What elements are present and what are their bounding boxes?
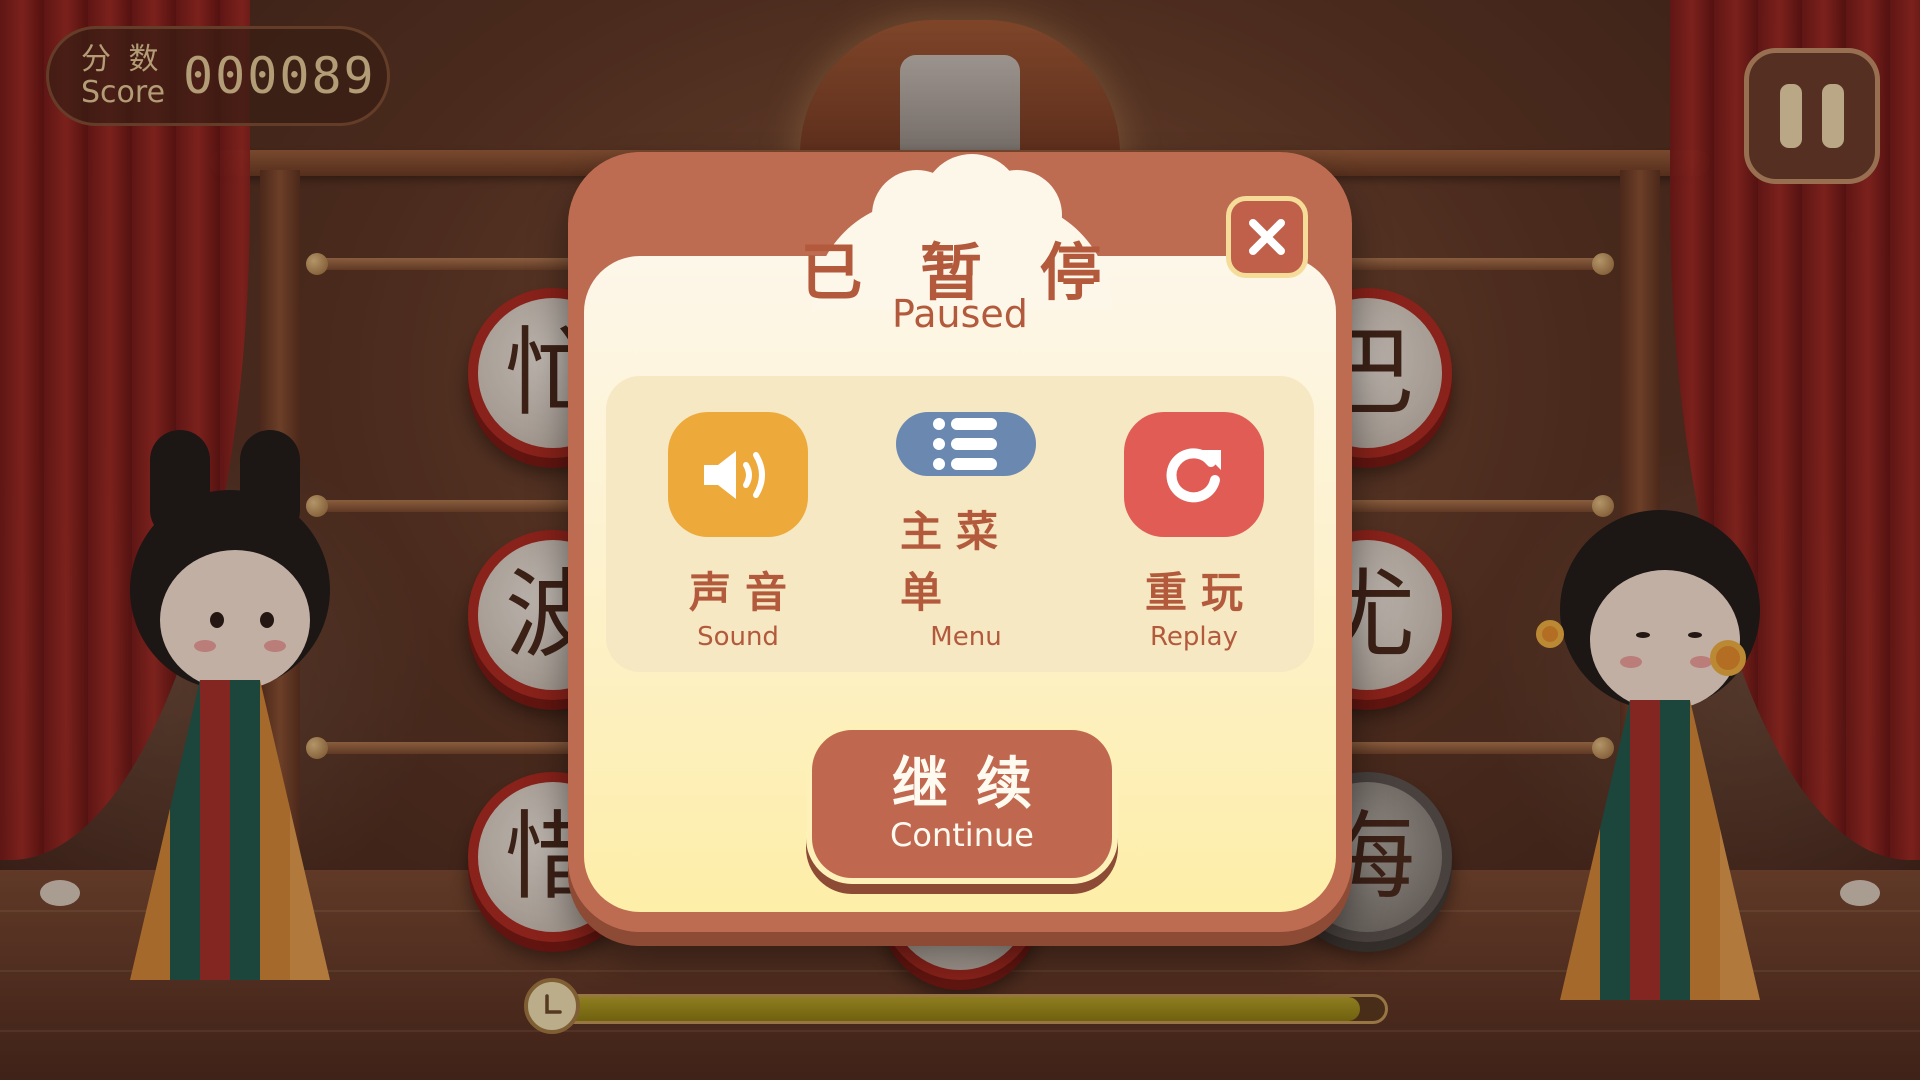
close-button[interactable]: [1226, 196, 1308, 278]
speaker-icon: [704, 450, 765, 499]
replay-icon: [1166, 447, 1221, 502]
replay-button[interactable]: [1124, 412, 1264, 537]
sound-button[interactable]: [668, 412, 808, 537]
continue-button[interactable]: 继续 Continue: [806, 724, 1118, 884]
close-icon: [1249, 219, 1285, 255]
options-panel: 声音 Sound 主菜单 Menu 重玩 Replay: [606, 376, 1314, 672]
menu-label-cn: 主菜单: [900, 507, 1013, 617]
dialog-title-en: Paused: [892, 292, 1028, 336]
replay-label-cn: 重玩: [1144, 568, 1257, 617]
sound-label-en: Sound: [697, 622, 779, 652]
continue-label-cn: 继续: [892, 751, 1060, 818]
pause-dialog: 已 暂 停 Paused 声音 Sound 主菜单 Menu 重玩 Replay…: [568, 152, 1352, 932]
replay-option[interactable]: 重玩 Replay: [1114, 412, 1274, 652]
list-icon: [933, 418, 997, 470]
menu-label-en: Menu: [930, 622, 1002, 652]
menu-option[interactable]: 主菜单 Menu: [886, 412, 1046, 652]
sound-label-cn: 声音: [688, 568, 801, 617]
replay-label-en: Replay: [1150, 622, 1238, 652]
continue-label-en: Continue: [890, 815, 1034, 854]
menu-button[interactable]: [896, 412, 1036, 476]
sound-option[interactable]: 声音 Sound: [658, 412, 818, 652]
